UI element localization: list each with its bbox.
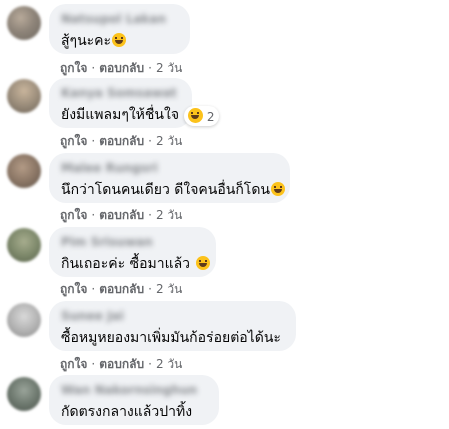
separator-dot: · xyxy=(148,357,152,371)
separator-dot: · xyxy=(91,208,96,222)
separator-dot: · xyxy=(91,282,96,296)
comment-actions: ถูกใจ · ตอบกลับ · 2 วัน xyxy=(60,206,182,225)
comment-text: ซื้อหมูหยองมาเพิ่มมันก้อร่อยต่อได้นะ xyxy=(61,330,281,346)
like-button[interactable]: ถูกใจ xyxy=(60,134,87,148)
laugh-emoji-icon xyxy=(188,108,203,123)
author-name[interactable]: Pim Srisuwan xyxy=(61,235,153,249)
reply-button[interactable]: ตอบกลับ xyxy=(99,282,144,296)
comment-actions: ถูกใจ · ตอบกลับ · 2 วัน xyxy=(60,59,182,78)
laugh-emoji-icon xyxy=(195,256,210,270)
reaction-count[interactable]: 2 xyxy=(184,106,220,126)
comment-actions: ถูกใจ · ตอบกลับ · 2 วัน xyxy=(60,280,182,299)
separator-dot: · xyxy=(148,208,152,222)
avatar[interactable] xyxy=(7,228,41,262)
avatar[interactable] xyxy=(7,154,41,188)
author-name[interactable]: Malee Rungsri xyxy=(61,161,158,175)
comment-bubble: Kanya Somsawat ยังมีแพลมๆให้ชื่นใจ 2 xyxy=(49,78,220,128)
comment-text: สู้ๆนะคะ xyxy=(61,30,127,52)
separator-dot: · xyxy=(148,134,152,148)
avatar[interactable] xyxy=(7,377,41,411)
comment-actions: ถูกใจ · ตอบกลับ · 2 วัน xyxy=(60,132,182,151)
comment-text-content: สู้ๆนะคะ xyxy=(61,33,112,49)
author-name[interactable]: Wan Nakornsinghun xyxy=(61,383,197,397)
separator-dot: · xyxy=(91,134,96,148)
comment-text-content: กินเถอะค่ะ ซื้อมาแล้ว xyxy=(61,256,191,272)
comment-bubble: Natsupol Lakan สู้ๆนะคะ xyxy=(49,4,190,54)
like-button[interactable]: ถูกใจ xyxy=(60,61,87,75)
comment-text: ยังมีแพลมๆให้ชื่นใจ xyxy=(61,107,180,123)
comment-text: กัดตรงกลางแล้วปาทิ้ง xyxy=(61,404,193,420)
separator-dot: · xyxy=(148,282,152,296)
comment-actions: ถูกใจ · ตอบกลับ · 2 วัน xyxy=(60,355,182,374)
timestamp[interactable]: 2 วัน xyxy=(156,208,182,222)
like-button[interactable]: ถูกใจ xyxy=(60,208,87,222)
laugh-emoji-icon xyxy=(112,33,127,47)
timestamp[interactable]: 2 วัน xyxy=(156,282,182,296)
laugh-emoji-icon xyxy=(270,182,285,196)
avatar[interactable] xyxy=(7,79,41,113)
separator-dot: · xyxy=(91,61,96,75)
timestamp[interactable]: 2 วัน xyxy=(156,357,182,371)
comment-text: นึกว่าโดนคนเดียว ดีใจคนอื่นก็โดน xyxy=(61,179,285,201)
author-name[interactable]: Natsupol Lakan xyxy=(61,12,166,26)
reaction-count-value: 2 xyxy=(206,110,215,124)
like-button[interactable]: ถูกใจ xyxy=(60,282,87,296)
reply-button[interactable]: ตอบกลับ xyxy=(99,208,144,222)
author-name[interactable]: Sunee Jai xyxy=(61,309,124,323)
like-button[interactable]: ถูกใจ xyxy=(60,357,87,371)
avatar[interactable] xyxy=(7,303,41,337)
comment-bubble: Malee Rungsri นึกว่าโดนคนเดียว ดีใจคนอื่… xyxy=(49,153,290,203)
author-name[interactable]: Kanya Somsawat xyxy=(61,86,177,100)
timestamp[interactable]: 2 วัน xyxy=(156,134,182,148)
separator-dot: · xyxy=(148,61,152,75)
comment-bubble: Wan Nakornsinghun กัดตรงกลางแล้วปาทิ้ง xyxy=(49,375,219,425)
comment-bubble: Pim Srisuwan กินเถอะค่ะ ซื้อมาแล้ว xyxy=(49,227,216,277)
comment-text: กินเถอะค่ะ ซื้อมาแล้ว xyxy=(61,253,210,275)
comment-text-content: นึกว่าโดนคนเดียว ดีใจคนอื่นก็โดน xyxy=(61,182,270,198)
reply-button[interactable]: ตอบกลับ xyxy=(99,134,144,148)
avatar[interactable] xyxy=(7,6,41,40)
reply-button[interactable]: ตอบกลับ xyxy=(99,61,144,75)
timestamp[interactable]: 2 วัน xyxy=(156,61,182,75)
comment-bubble: Sunee Jai ซื้อหมูหยองมาเพิ่มมันก้อร่อยต่… xyxy=(49,301,296,351)
separator-dot: · xyxy=(91,357,96,371)
reply-button[interactable]: ตอบกลับ xyxy=(99,357,144,371)
